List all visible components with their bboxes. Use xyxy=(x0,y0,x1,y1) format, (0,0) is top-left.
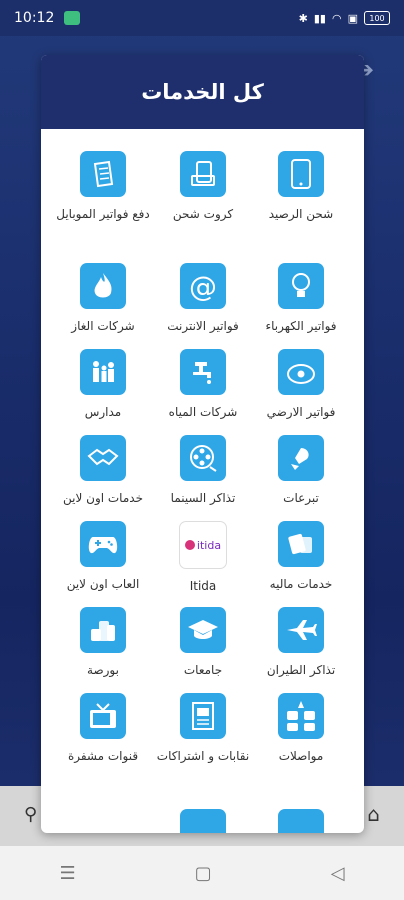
status-bar: 10:12 ✱ ▮▮ ◠ ▣ 100 xyxy=(0,0,404,36)
service-tile-recharge[interactable]: شحن الرصيد xyxy=(249,151,353,225)
service-label: بورصة xyxy=(87,663,119,677)
graduation-cap-icon xyxy=(180,607,226,653)
search-icon: ⚲ xyxy=(24,804,38,825)
signal-icon: ▮▮ xyxy=(313,11,326,25)
service-label: شركات المياه xyxy=(168,405,238,419)
service-tile-cards[interactable]: كروت شحن xyxy=(151,151,255,225)
service-tile-internet[interactable]: @ فواتير الانترنت xyxy=(151,263,255,337)
menu-nav-icon[interactable]: ☰ xyxy=(60,863,76,884)
film-reel-icon xyxy=(180,435,226,481)
at-icon: @ xyxy=(180,263,226,309)
system-nav-bar: ☰ ▢ ◁ xyxy=(0,846,404,900)
service-tile-partial-center[interactable] xyxy=(151,809,255,833)
service-tile-universities[interactable]: جامعات xyxy=(151,607,255,681)
service-tile-landline[interactable]: فواتير الارضي xyxy=(249,349,353,423)
service-label: خدمات ماليه xyxy=(269,577,333,591)
service-tile-itida[interactable]: itida Itida xyxy=(151,521,255,597)
bulb-icon xyxy=(278,263,324,309)
dialog-header: كل الخدمات xyxy=(41,55,364,129)
back-nav-icon[interactable]: ◁ xyxy=(331,863,345,884)
service-label: تذاكر السينما xyxy=(170,491,236,505)
handshake-icon xyxy=(80,435,126,481)
service-tile-mobile-bills[interactable]: دفع فواتير الموبايل xyxy=(51,151,155,225)
service-tile-donations[interactable]: تبرعات xyxy=(249,435,353,509)
service-tile-cinema[interactable]: تذاكر السينما xyxy=(151,435,255,509)
service-label: كروت شحن xyxy=(172,207,234,221)
service-label: العاب اون لاين xyxy=(66,577,140,591)
service-label: قنوات مشفرة xyxy=(67,749,139,763)
service-label: فواتير الارضي xyxy=(266,405,336,419)
service-tile-online-games[interactable]: العاب اون لاين xyxy=(51,521,155,595)
membership-icon xyxy=(180,693,226,739)
service-label: تبرعات xyxy=(283,491,319,505)
family-icon xyxy=(80,349,126,395)
service-label: جامعات xyxy=(183,663,223,677)
service-tile-water[interactable]: شركات المياه xyxy=(151,349,255,423)
home-nav-icon[interactable]: ▢ xyxy=(195,863,212,884)
service-tile-gas[interactable]: شركات الغاز xyxy=(51,263,155,337)
service-tile-flights[interactable]: تذاكر الطيران xyxy=(249,607,353,681)
wifi-icon: ◠ xyxy=(331,11,342,25)
coins-icon xyxy=(80,607,126,653)
airplane-icon xyxy=(278,607,324,653)
donation-icon xyxy=(278,435,324,481)
partial-service-icon xyxy=(180,809,226,833)
dialog-title: كل الخدمات xyxy=(141,80,264,104)
home-icon: ⌂ xyxy=(367,802,380,826)
service-label: فواتير الانترنت xyxy=(167,319,239,333)
service-label: نقابات و اشتراكات xyxy=(156,749,250,763)
notification-icon xyxy=(64,11,81,25)
service-tile-transport[interactable]: مواصلات xyxy=(249,693,353,767)
gamepad-icon xyxy=(80,521,126,567)
phone-icon xyxy=(278,151,324,197)
service-label: Itida xyxy=(189,579,217,593)
cards-icon xyxy=(180,151,226,197)
battery-icon: 100 xyxy=(364,11,390,25)
service-tile-partial-right[interactable] xyxy=(249,809,353,833)
flame-icon xyxy=(80,263,126,309)
service-label: دفع فواتير الموبايل xyxy=(56,207,150,221)
service-label: شركات الغاز xyxy=(71,319,135,333)
telephone-icon xyxy=(278,349,324,395)
money-icon xyxy=(278,521,324,567)
service-tile-online-services[interactable]: خدمات اون لاين xyxy=(51,435,155,509)
transport-icon xyxy=(278,693,324,739)
service-label: فواتير الكهرباء xyxy=(265,319,337,333)
service-tile-electricity[interactable]: فواتير الكهرباء xyxy=(249,263,353,337)
partial-service-icon xyxy=(278,809,324,833)
service-label: شحن الرصيد xyxy=(268,207,334,221)
service-tile-memberships[interactable]: نقابات و اشتراكات xyxy=(151,693,255,767)
service-label: مدارس xyxy=(84,405,122,419)
itida-logo: itida xyxy=(179,521,227,569)
tv-icon xyxy=(80,693,126,739)
service-label: خدمات اون لاين xyxy=(63,491,143,505)
service-tile-schools[interactable]: مدارس xyxy=(51,349,155,423)
service-tile-encrypted-channels[interactable]: قنوات مشفرة xyxy=(51,693,155,767)
battery-level: 100 xyxy=(369,13,385,23)
screen-record-icon: ▣ xyxy=(347,11,358,25)
service-label: تذاكر الطيران xyxy=(266,663,336,677)
status-time: 10:12 xyxy=(14,10,55,26)
service-tile-financial[interactable]: خدمات ماليه xyxy=(249,521,353,595)
tap-icon xyxy=(180,349,226,395)
service-tile-stock-market[interactable]: بورصة xyxy=(51,607,155,681)
service-label: مواصلات xyxy=(278,749,324,763)
itida-logo-text: itida xyxy=(196,538,222,552)
bill-icon xyxy=(80,151,126,197)
bluetooth-icon: ✱ xyxy=(298,11,308,25)
services-dialog: كل الخدمات شحن الرصيد كروت شحن دفع فواتي… xyxy=(41,55,364,833)
